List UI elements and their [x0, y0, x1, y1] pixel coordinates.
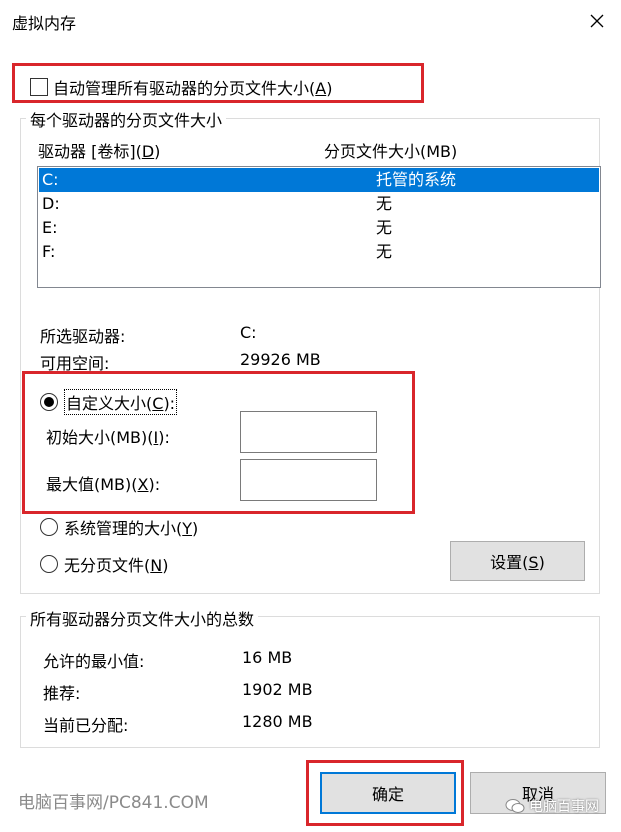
drive-pagefile-size: 托管的系统: [376, 170, 457, 189]
current-allocated-value: 1280 MB: [242, 712, 313, 731]
set-button[interactable]: 设置(S): [450, 541, 585, 581]
column-header-size: 分页文件大小(MB): [324, 142, 458, 161]
close-button[interactable]: [578, 2, 616, 40]
drive-row-f[interactable]: F: 无: [39, 240, 599, 264]
drive-letter: F:: [42, 242, 56, 261]
totals-group-title: 所有驱动器分页文件大小的总数: [26, 606, 259, 630]
recommended-value: 1902 MB: [242, 680, 313, 699]
drive-row-e[interactable]: E: 无: [39, 216, 599, 240]
free-space-value: 29926 MB: [240, 350, 321, 369]
selected-drive-label: 所选驱动器:: [40, 327, 126, 346]
drive-pagefile-size: 无: [376, 218, 393, 237]
wechat-icon: [505, 799, 525, 813]
radio-circle[interactable]: [40, 555, 58, 573]
drive-letter: E:: [42, 218, 58, 237]
set-button-label: 设置(S): [490, 553, 545, 572]
watermark-left: 电脑百事网/PC841.COM: [18, 793, 209, 813]
drive-letter: D:: [42, 194, 60, 213]
window-title: 虚拟内存: [12, 14, 77, 33]
selected-drive-value: C:: [240, 323, 257, 342]
close-icon: [590, 14, 604, 28]
highlight-frame-auto: [12, 63, 424, 103]
highlight-frame-custom: [22, 371, 415, 514]
drive-pagefile-size: 无: [376, 242, 393, 261]
no-paging-radio[interactable]: 无分页文件(N): [40, 552, 168, 576]
system-managed-radio[interactable]: 系统管理的大小(Y): [40, 515, 198, 539]
per-drive-group-title: 每个驱动器的分页文件大小: [26, 107, 227, 131]
drive-row-c[interactable]: C: 托管的系统: [39, 168, 599, 192]
min-allowed-label: 允许的最小值:: [43, 652, 145, 671]
drive-pagefile-size: 无: [376, 194, 393, 213]
drive-letter: C:: [42, 170, 59, 189]
current-allocated-label: 当前已分配:: [43, 716, 129, 735]
highlight-frame-ok: [306, 760, 464, 826]
drive-row-d[interactable]: D: 无: [39, 192, 599, 216]
drive-list[interactable]: C: 托管的系统 D: 无 E: 无 F: 无: [37, 166, 601, 288]
min-allowed-value: 16 MB: [242, 648, 293, 667]
radio-circle[interactable]: [40, 518, 58, 536]
system-managed-label: 系统管理的大小(Y): [64, 519, 199, 538]
no-paging-label: 无分页文件(N): [64, 556, 169, 575]
column-header-drive: 驱动器 [卷标](D): [38, 142, 161, 161]
watermark-right: 电脑百事网: [505, 796, 599, 816]
recommended-label: 推荐:: [43, 684, 81, 703]
watermark-right-text: 电脑百事网: [529, 799, 599, 815]
